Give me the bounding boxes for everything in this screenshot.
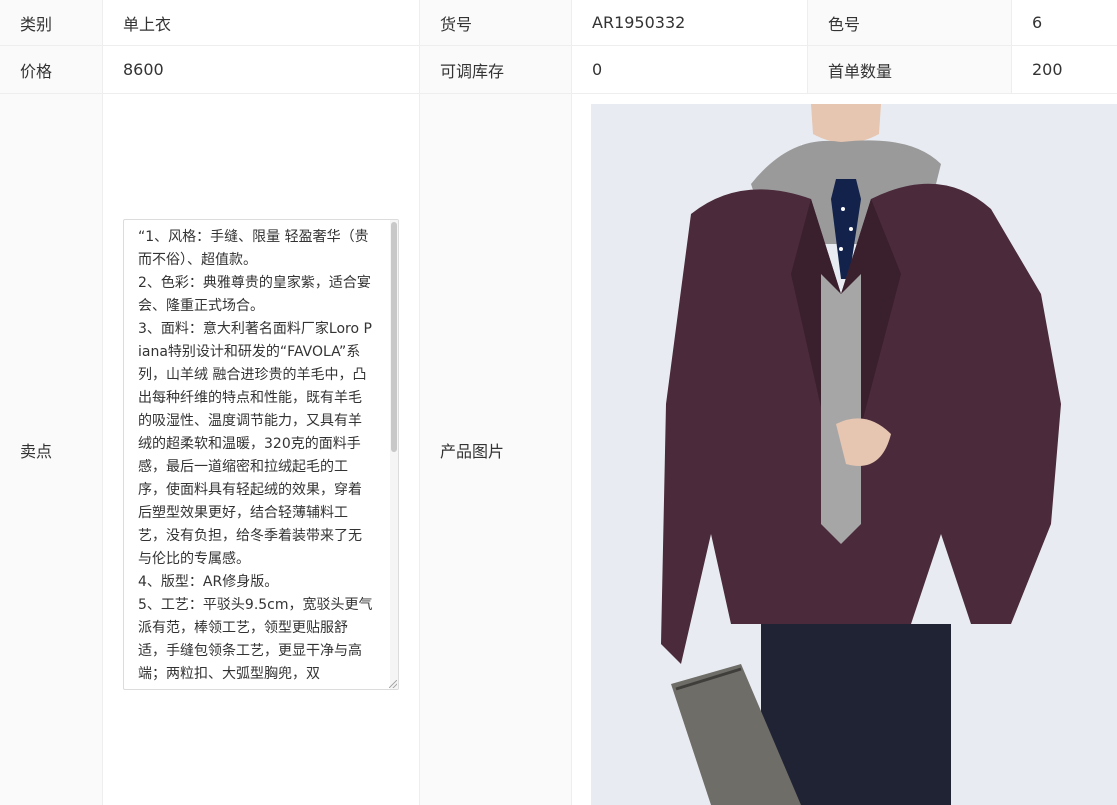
selling-points-textarea[interactable]: “1、风格：手缝、限量 轻盈奢华（贵而不俗）、超值款。 2、色彩：典雅尊贵的皇家… [123, 219, 399, 690]
value-first-order-qty: 200 [1012, 46, 1117, 94]
value-item-number: AR1950332 [572, 0, 808, 46]
label-selling-points: 卖点 [0, 94, 103, 805]
label-item-number: 货号 [420, 0, 572, 46]
label-product-image: 产品图片 [420, 94, 572, 805]
label-category: 类别 [0, 0, 103, 46]
label-first-order-qty: 首单数量 [808, 46, 1012, 94]
selling-points-text: “1、风格：手缝、限量 轻盈奢华（贵而不俗）、超值款。 2、色彩：典雅尊贵的皇家… [138, 229, 373, 682]
value-available-stock: 0 [572, 46, 808, 94]
label-price: 价格 [0, 46, 103, 94]
resize-grip-icon[interactable] [389, 680, 397, 688]
product-photo-illustration [591, 104, 1117, 805]
value-price: 8600 [103, 46, 420, 94]
label-available-stock: 可调库存 [420, 46, 572, 94]
value-color-number: 6 [1012, 0, 1117, 46]
value-category: 单上衣 [103, 0, 420, 46]
label-color-number: 色号 [808, 0, 1012, 46]
textarea-scrollbar[interactable] [390, 220, 398, 689]
product-photo [591, 104, 1117, 805]
product-detail-table: 类别 单上衣 货号 AR1950332 色号 6 价格 8600 可调库存 0 … [0, 0, 1117, 805]
scrollbar-thumb[interactable] [391, 222, 397, 452]
